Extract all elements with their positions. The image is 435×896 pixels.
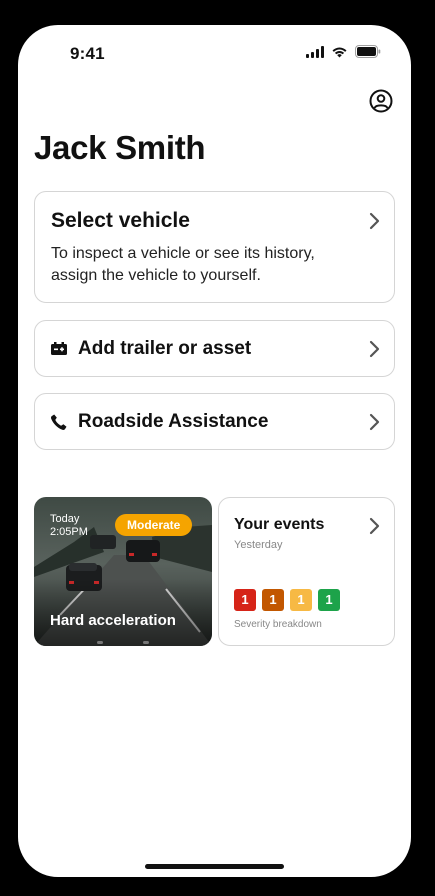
add-trailer-button[interactable]: Add trailer or asset [34, 320, 395, 377]
roadside-assistance-label: Roadside Assistance [78, 411, 269, 432]
page-title: Jack Smith [34, 129, 206, 166]
battery-icon [355, 45, 381, 58]
events-subtitle: Yesterday [234, 539, 283, 551]
your-events-card[interactable]: Your events Yesterday 1 1 1 1 Severity b… [218, 497, 395, 646]
phone-icon [50, 414, 67, 431]
severity-breakdown-label: Severity breakdown [234, 619, 322, 630]
severity-count-moderate: 1 [290, 589, 312, 611]
carousel-indicator [34, 641, 212, 644]
chevron-right-icon [369, 413, 380, 431]
select-vehicle-card[interactable]: Select vehicle To inspect a vehicle or s… [34, 191, 395, 303]
roadside-assistance-button[interactable]: Roadside Assistance [34, 393, 395, 450]
select-vehicle-description: To inspect a vehicle or see its history,… [51, 245, 315, 284]
trailer-icon [51, 342, 67, 355]
severity-count-high: 1 [262, 589, 284, 611]
event-day: Today [50, 513, 80, 525]
severity-counts: 1 1 1 1 [234, 589, 340, 611]
status-icons [306, 45, 381, 58]
event-tile[interactable]: Today 2:05PM Moderate Hard acceleration [34, 497, 212, 646]
add-trailer-label: Add trailer or asset [78, 338, 252, 359]
chevron-right-icon [369, 212, 380, 230]
chevron-right-icon [369, 340, 380, 358]
severity-count-critical: 1 [234, 589, 256, 611]
severity-count-low: 1 [318, 589, 340, 611]
event-timestamp: Today 2:05PM [50, 513, 88, 539]
status-bar: 9:41 [18, 25, 411, 79]
wifi-icon [332, 47, 347, 57]
profile-icon[interactable] [369, 89, 393, 113]
select-vehicle-title: Select vehicle [51, 209, 190, 232]
status-time: 9:41 [70, 44, 105, 63]
event-label: Hard acceleration [50, 612, 176, 629]
phone-screen: 9:41 Jack Smith Select vehicle To inspec… [18, 25, 411, 877]
severity-badge: Moderate [115, 514, 193, 536]
chevron-right-icon [369, 517, 380, 535]
events-title: Your events [234, 516, 325, 533]
cellular-signal-icon [306, 45, 324, 58]
event-time: 2:05PM [50, 526, 88, 538]
home-indicator [145, 864, 284, 869]
